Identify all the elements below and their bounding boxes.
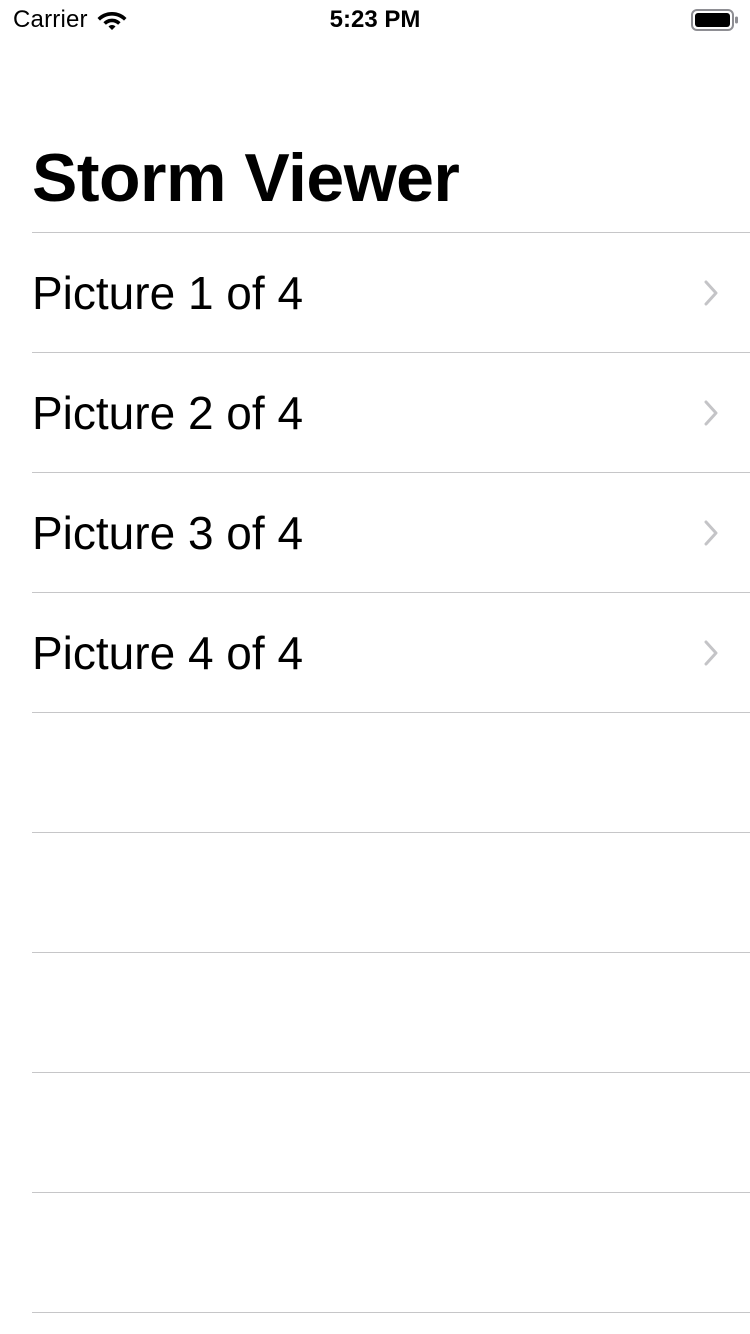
table-row[interactable]: Picture 4 of 4 xyxy=(0,593,750,712)
row-label: Picture 3 of 4 xyxy=(32,506,304,559)
separator xyxy=(32,1312,750,1313)
empty-row xyxy=(0,833,750,952)
chevron-right-icon xyxy=(704,640,718,665)
table-row[interactable]: Picture 2 of 4 xyxy=(0,353,750,472)
row-label: Picture 1 of 4 xyxy=(32,266,304,319)
page-title: Storm Viewer xyxy=(32,140,460,216)
table-row[interactable]: Picture 1 of 4 xyxy=(0,233,750,352)
empty-row xyxy=(0,953,750,1072)
empty-row xyxy=(0,1073,750,1192)
app-screen: Carrier 5:23 PM Storm Viewer Picture 1 o… xyxy=(0,0,750,1334)
table-row[interactable]: Picture 3 of 4 xyxy=(0,473,750,592)
empty-row xyxy=(0,1193,750,1312)
row-label: Picture 4 of 4 xyxy=(32,626,304,679)
pictures-table: Picture 1 of 4 Picture 2 of 4 Picture 3 … xyxy=(0,232,750,1313)
chevron-right-icon xyxy=(704,520,718,545)
row-label: Picture 2 of 4 xyxy=(32,386,304,439)
chevron-right-icon xyxy=(704,280,718,305)
battery-full-icon xyxy=(691,9,738,31)
status-time: 5:23 PM xyxy=(329,6,421,33)
chevron-right-icon xyxy=(704,400,718,425)
status-bar: Carrier 5:23 PM xyxy=(0,0,750,40)
empty-row xyxy=(0,713,750,832)
